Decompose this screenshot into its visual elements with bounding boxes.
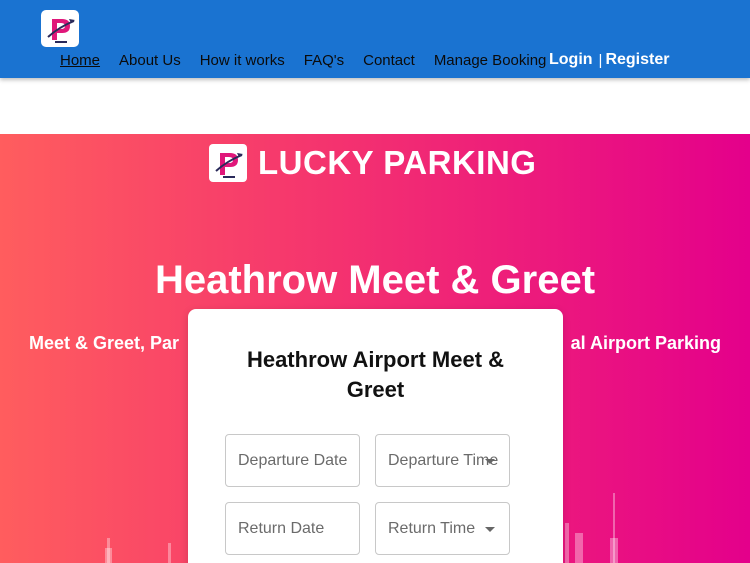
return-time-select[interactable]: Return Time xyxy=(375,502,510,555)
top-navbar: Home About Us How it works FAQ's Contact… xyxy=(0,0,750,78)
booking-card-title: Heathrow Airport Meet & Greet xyxy=(188,345,563,405)
departure-time-select[interactable]: Departure Time xyxy=(375,434,510,487)
brand-name: LUCKY PARKING xyxy=(258,144,537,181)
booking-card-title-line1: Heathrow Airport Meet & xyxy=(246,347,505,372)
nav-link-contact[interactable]: Contact xyxy=(363,52,415,69)
logo-graphic xyxy=(47,19,75,43)
auth-links: Login | Register xyxy=(549,50,669,70)
departure-date-placeholder: Departure Date xyxy=(238,451,348,469)
hero-subtitle-right: al Airport Parking xyxy=(570,333,721,353)
hero-subtitle-left: Meet & Greet, Par xyxy=(29,333,180,353)
booking-card: Heathrow Airport Meet & Greet Departure … xyxy=(188,309,563,563)
lucky-parking-logo-icon[interactable] xyxy=(41,10,79,47)
nav-link-manage-booking[interactable]: Manage Booking xyxy=(434,52,547,69)
auth-separator: | xyxy=(598,51,603,69)
chevron-down-icon xyxy=(485,527,495,532)
hero-title: Heathrow Meet & Greet xyxy=(154,258,596,302)
departure-time-placeholder: Departure Time xyxy=(388,451,499,469)
brand-logo-graphic xyxy=(215,153,243,178)
nav-link-about-us[interactable]: About Us xyxy=(119,52,181,69)
return-time-placeholder: Return Time xyxy=(388,519,476,537)
return-date-placeholder: Return Date xyxy=(238,519,325,537)
nav-link-how-it-works[interactable]: How it works xyxy=(200,52,285,69)
return-date-field[interactable]: Return Date xyxy=(225,502,360,555)
brand-logo-icon xyxy=(209,144,247,182)
register-link[interactable]: Register xyxy=(605,51,669,69)
nav-links: Home About Us How it works FAQ's Contact… xyxy=(60,51,565,69)
login-link[interactable]: Login xyxy=(549,51,593,69)
nav-link-home[interactable]: Home xyxy=(60,52,100,69)
chevron-down-icon xyxy=(485,459,495,464)
brand: LUCKY PARKING xyxy=(209,144,536,182)
nav-link-faqs[interactable]: FAQ's xyxy=(304,52,344,69)
booking-card-title-line2: Greet xyxy=(346,377,405,402)
departure-date-field[interactable]: Departure Date xyxy=(225,434,360,487)
